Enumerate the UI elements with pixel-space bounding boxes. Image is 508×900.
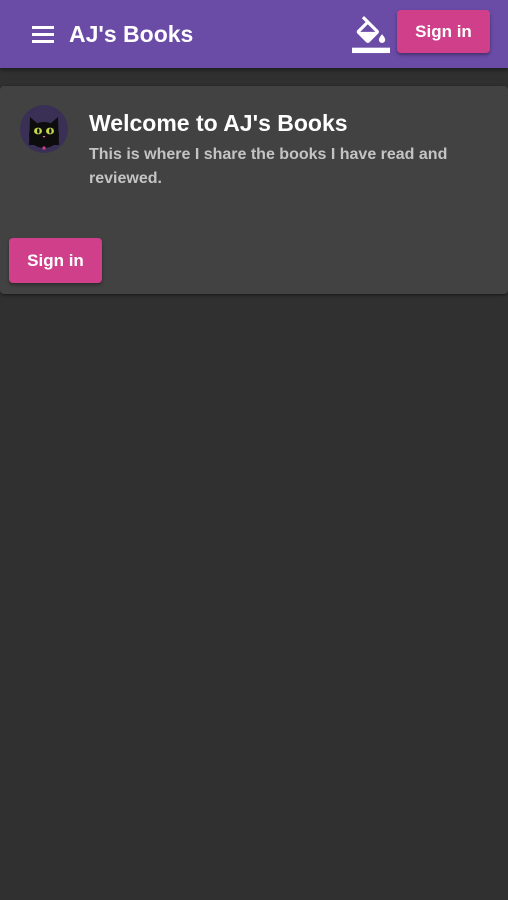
black-cat-avatar	[20, 105, 68, 153]
welcome-subtitle: This is where I share the books I have r…	[89, 146, 448, 187]
app-toolbar: AJ's Books Sign in	[0, 0, 508, 68]
sign-in-button[interactable]: Sign in	[397, 10, 490, 53]
format-color-fill-icon[interactable]	[352, 16, 390, 54]
menu-icon[interactable]	[28, 20, 60, 48]
welcome-title: Welcome to AJ's Books	[89, 110, 348, 136]
welcome-card: Welcome to AJ's Books This is where I sh…	[0, 86, 508, 294]
app-title: AJ's Books	[69, 21, 194, 47]
card-sign-in-button[interactable]: Sign in	[9, 238, 102, 283]
